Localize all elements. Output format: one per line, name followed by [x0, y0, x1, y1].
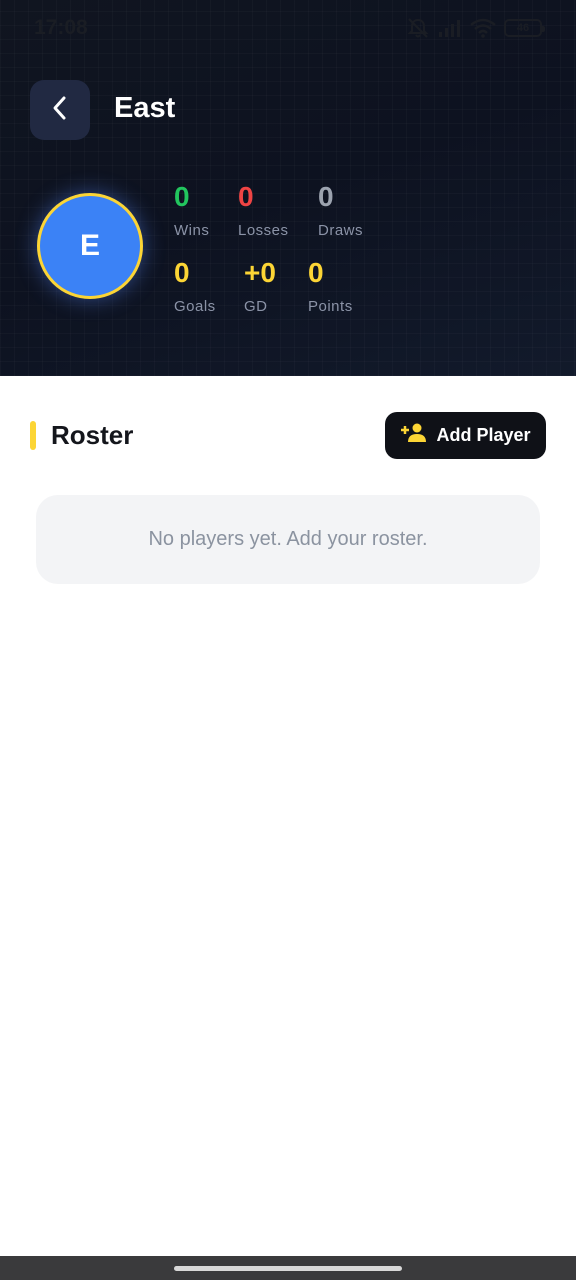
- navigation-bar: [0, 1256, 576, 1280]
- section-accent-bar: [30, 421, 36, 450]
- stat-wins: 0 Wins: [174, 181, 210, 240]
- battery-icon: 46: [504, 19, 545, 37]
- roster-title: Roster: [51, 420, 134, 450]
- team-header: 17:08 46 East E 0 Wins 0 Losses 0 Draws …: [0, 0, 576, 376]
- stat-value: 0: [318, 181, 334, 212]
- stat-label: Losses: [238, 222, 289, 239]
- page-title: East: [114, 92, 176, 124]
- stat-label: Goals: [174, 298, 216, 315]
- stat-value: 0: [308, 257, 324, 288]
- wifi-icon: [470, 18, 496, 38]
- empty-roster-message: No players yet. Add your roster.: [36, 495, 540, 584]
- mute-icon: [406, 17, 430, 39]
- status-time: 17:08: [34, 16, 88, 39]
- back-button[interactable]: [30, 80, 90, 140]
- chevron-left-icon: [49, 95, 71, 126]
- stat-points: 0 Points: [308, 257, 353, 316]
- stat-value: 0: [174, 257, 190, 288]
- stat-label: Draws: [318, 222, 364, 239]
- add-person-icon: [400, 423, 427, 448]
- stat-value: +0: [244, 257, 276, 288]
- stat-label: Points: [308, 298, 353, 315]
- home-gesture-handle[interactable]: [174, 1266, 402, 1271]
- stat-goal-difference: +0 GD: [244, 257, 276, 316]
- stat-losses: 0 Losses: [238, 181, 289, 240]
- add-player-button[interactable]: Add Player: [385, 412, 546, 459]
- stat-value: 0: [174, 181, 190, 212]
- team-avatar: E: [37, 193, 143, 299]
- stat-goals: 0 Goals: [174, 257, 216, 316]
- stat-label: GD: [244, 298, 268, 315]
- stat-value: 0: [238, 181, 254, 212]
- status-bar: 17:08 46: [0, 0, 576, 56]
- stat-label: Wins: [174, 222, 210, 239]
- stat-draws: 0 Draws: [318, 181, 364, 240]
- signal-icon: [438, 18, 462, 38]
- add-player-label: Add Player: [436, 425, 531, 445]
- status-icons: 46: [406, 16, 545, 40]
